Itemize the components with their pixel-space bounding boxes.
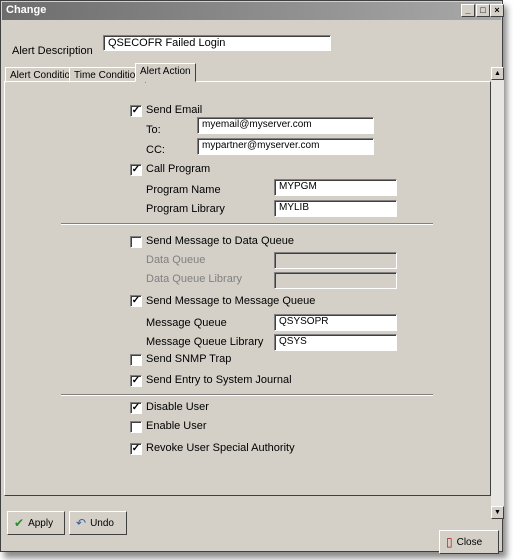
cc-field[interactable]: mypartner@myserver.com <box>197 138 374 155</box>
enable-user-checkbox[interactable] <box>130 421 142 433</box>
window-title: Change <box>6 4 47 16</box>
enable-user-label: Enable User <box>146 420 207 432</box>
maximize-button[interactable]: □ <box>476 4 490 17</box>
separator <box>61 394 433 396</box>
change-dialog: Change _ □ × Alert Description QSECOFR F… <box>0 0 504 554</box>
undo-icon: ↶ <box>76 516 87 530</box>
revoke-authority-label: Revoke User Special Authority <box>146 442 295 454</box>
to-field[interactable]: myemail@myserver.com <box>197 117 374 134</box>
data-queue-library-field <box>274 272 397 289</box>
send-email-label: Send Email <box>146 104 203 116</box>
program-name-field[interactable]: MYPGM <box>274 179 397 196</box>
send-message-queue-checkbox[interactable]: ✓ <box>130 295 142 307</box>
checkmark-icon: ✔ <box>14 516 25 530</box>
message-queue-library-label: Message Queue Library <box>146 336 264 348</box>
send-journal-checkbox[interactable]: ✓ <box>130 375 142 387</box>
send-data-queue-checkbox[interactable] <box>130 236 142 248</box>
program-library-field[interactable]: MYLIB <box>274 200 397 217</box>
call-program-checkbox[interactable]: ✓ <box>130 164 142 176</box>
close-window-button[interactable]: × <box>490 4 504 17</box>
minimize-button[interactable]: _ <box>461 4 475 17</box>
undo-button[interactable]: ↶ Undo <box>69 511 127 535</box>
data-queue-label: Data Queue <box>146 254 206 266</box>
alert-description-label: Alert Description <box>12 45 93 57</box>
to-label: To: <box>146 124 161 136</box>
send-snmp-checkbox[interactable] <box>130 354 142 366</box>
close-button[interactable]: ▯ Close <box>439 530 499 554</box>
data-queue-field <box>274 252 397 269</box>
message-queue-label: Message Queue <box>146 317 227 329</box>
close-label: Close <box>456 536 483 548</box>
revoke-authority-checkbox[interactable]: ✓ <box>130 443 142 455</box>
scroll-up-icon[interactable]: ▲ <box>491 67 504 80</box>
data-queue-library-label: Data Queue Library <box>146 273 242 285</box>
scroll-down-icon[interactable]: ▼ <box>491 506 504 519</box>
message-queue-field[interactable]: QSYSOPR <box>274 314 397 331</box>
vertical-scrollbar[interactable]: ▲ ▼ <box>491 67 504 519</box>
message-queue-library-field[interactable]: QSYS <box>274 334 397 351</box>
disable-user-checkbox[interactable]: ✓ <box>130 402 142 414</box>
send-email-checkbox[interactable]: ✓ <box>130 105 142 117</box>
program-name-label: Program Name <box>146 184 221 196</box>
send-data-queue-label: Send Message to Data Queue <box>146 235 294 247</box>
disable-user-label: Disable User <box>146 401 209 413</box>
cc-label: CC: <box>146 144 165 156</box>
title-bar: Change _ □ × <box>2 2 504 20</box>
call-program-label: Call Program <box>146 163 211 175</box>
send-snmp-label: Send SNMP Trap <box>146 353 232 365</box>
program-library-label: Program Library <box>146 203 225 215</box>
tab-alert-action[interactable]: Alert Action <box>135 63 196 82</box>
close-door-icon: ▯ <box>446 535 453 549</box>
undo-label: Undo <box>90 517 114 529</box>
separator <box>61 223 433 225</box>
apply-button[interactable]: ✔ Apply <box>7 511 65 535</box>
alert-description-input[interactable]: QSECOFR Failed Login <box>103 35 331 51</box>
send-journal-label: Send Entry to System Journal <box>146 374 292 386</box>
send-message-queue-label: Send Message to Message Queue <box>146 295 316 307</box>
apply-label: Apply <box>28 517 54 529</box>
